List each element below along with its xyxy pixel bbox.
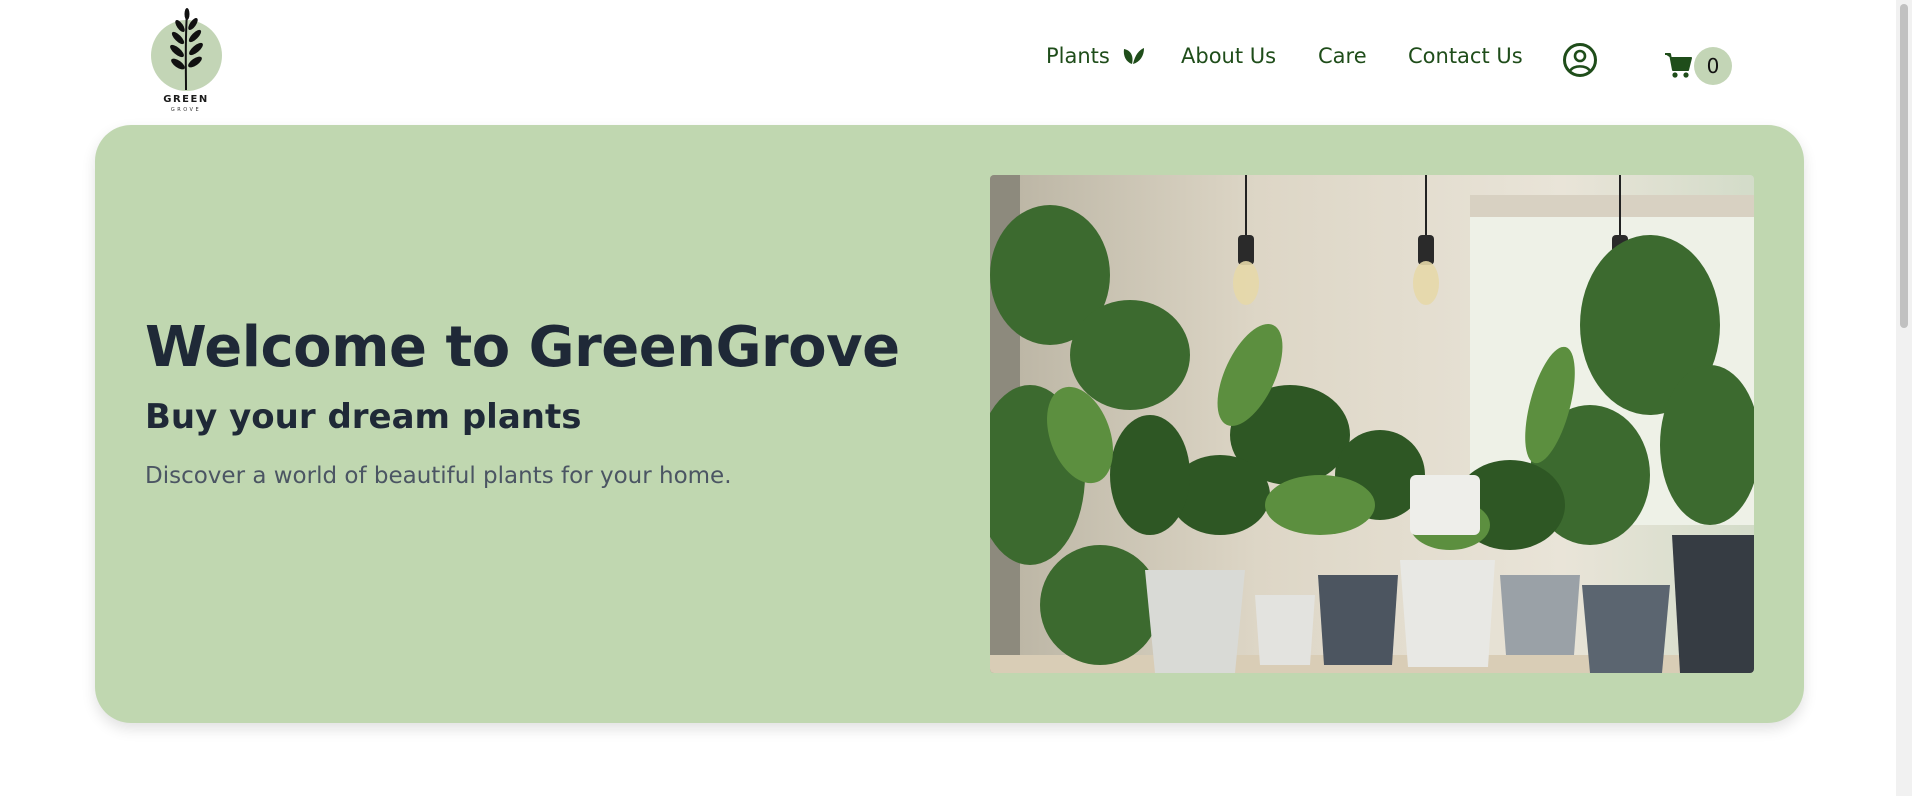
nav-about-us[interactable]: About Us — [1181, 44, 1276, 74]
logo-subtext: GROVE — [170, 107, 202, 113]
plants-photo — [990, 175, 1754, 673]
logo-sprig-icon — [170, 8, 203, 91]
scrollbar[interactable] — [1896, 0, 1912, 796]
hero-title: Welcome to GreenGrove — [145, 315, 900, 380]
user-circle-icon[interactable] — [1562, 42, 1598, 78]
logo-text: GREEN — [163, 94, 209, 105]
cart-count-badge[interactable]: 0 — [1694, 47, 1732, 85]
nav-plants[interactable]: Plants — [1046, 44, 1145, 74]
hero-description: Discover a world of beautiful plants for… — [145, 463, 732, 489]
shopping-cart-icon[interactable] — [1664, 50, 1692, 80]
scrollbar-thumb[interactable] — [1900, 4, 1908, 328]
nav-plants-label: Plants — [1046, 44, 1110, 68]
hero-banner: Welcome to GreenGrove Buy your dream pla… — [95, 125, 1804, 723]
site-header: GREEN GROVE Plants About Us Care Contact… — [0, 0, 1896, 120]
hero-subtitle: Buy your dream plants — [145, 397, 582, 437]
nav-care[interactable]: Care — [1318, 44, 1367, 74]
hero-plants-image — [990, 175, 1754, 673]
nav-contact-us[interactable]: Contact Us — [1408, 44, 1523, 74]
leaf-icon — [1123, 48, 1144, 64]
logo[interactable]: GREEN GROVE — [146, 8, 226, 113]
